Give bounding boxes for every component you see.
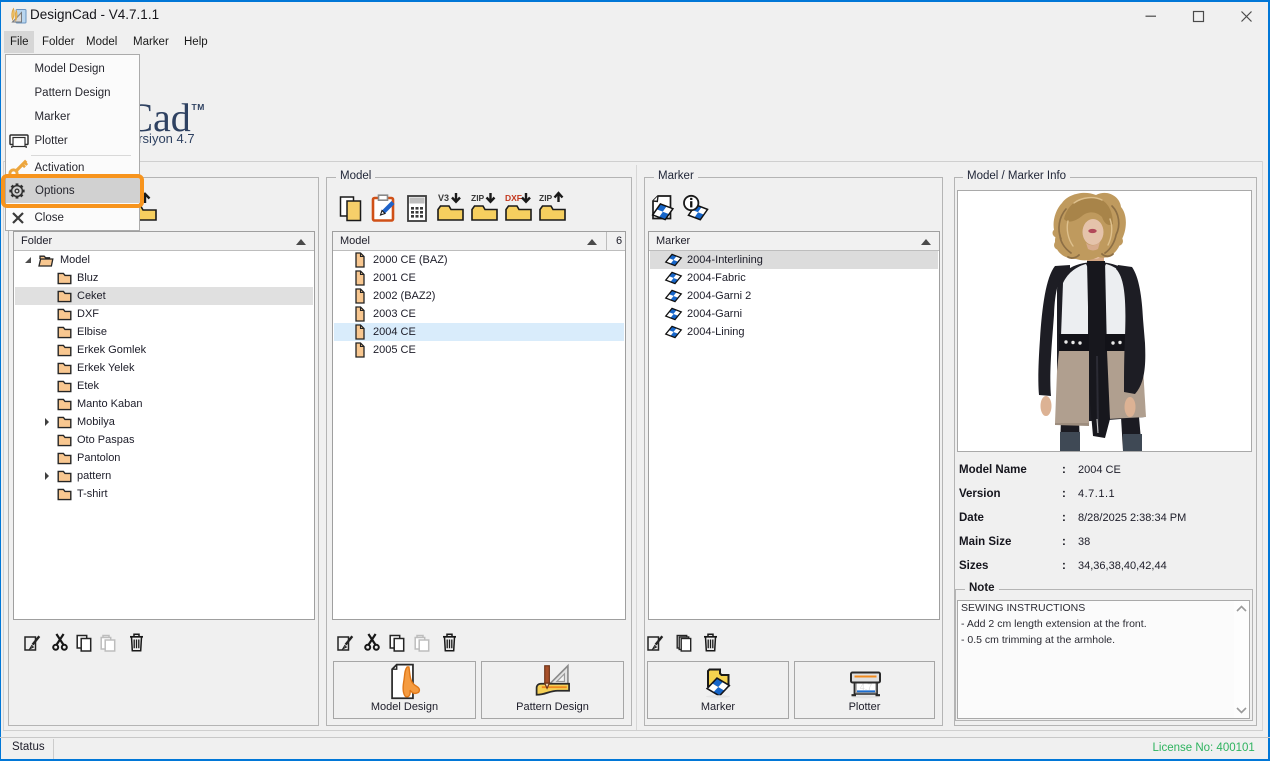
svg-text:ZIP: ZIP — [539, 193, 553, 203]
svg-text:DXF: DXF — [505, 193, 522, 203]
svg-text:V3: V3 — [438, 193, 449, 203]
svg-text:ZIP: ZIP — [471, 193, 485, 203]
